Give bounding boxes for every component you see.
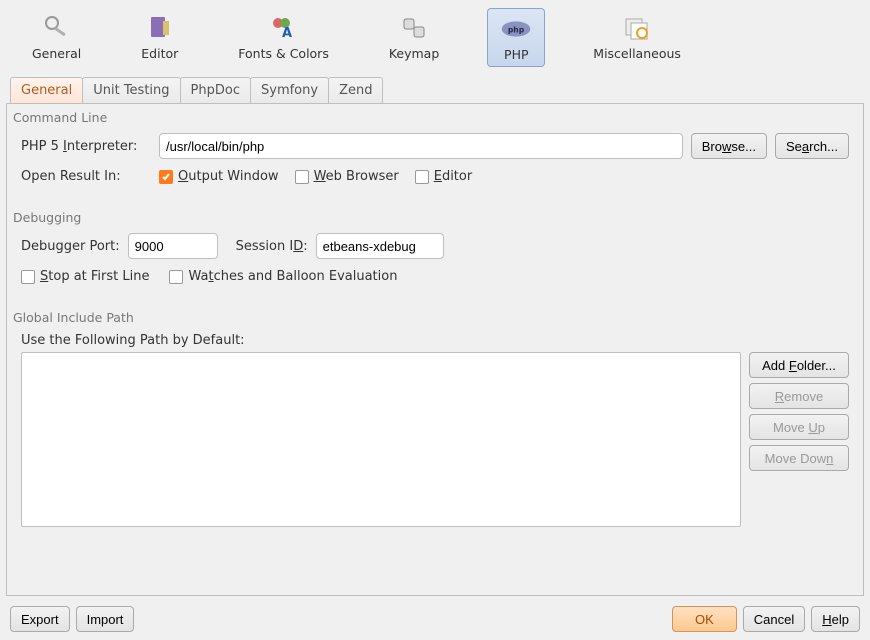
gear-wrench-icon: [41, 12, 73, 44]
toolbar-item-php[interactable]: php PHP: [487, 8, 545, 67]
toolbar-label: General: [32, 46, 81, 61]
browse-button[interactable]: Browse...: [691, 133, 767, 159]
php-icon: php: [500, 13, 532, 45]
toolbar-item-keymap[interactable]: Keymap: [377, 8, 451, 67]
group-include-title: Global Include Path: [7, 304, 863, 329]
toolbar-item-fonts[interactable]: A Fonts & Colors: [226, 8, 341, 67]
editor-icon: [144, 12, 176, 44]
add-folder-button[interactable]: Add Folder...: [749, 352, 849, 378]
search-button[interactable]: Search...: [775, 133, 849, 159]
tab-unit-testing[interactable]: Unit Testing: [82, 77, 180, 103]
output-window-checkbox[interactable]: Output Window: [159, 169, 279, 184]
move-up-button[interactable]: Move Up: [749, 414, 849, 440]
tab-symfony[interactable]: Symfony: [250, 77, 329, 103]
svg-text:A: A: [282, 26, 292, 41]
settings-panel: Command Line PHP 5 Interpreter: Browse..…: [6, 103, 864, 596]
toolbar-item-general[interactable]: General: [20, 8, 93, 67]
toolbar-label: Fonts & Colors: [238, 46, 329, 61]
toolbar-label: PHP: [504, 47, 528, 62]
debugger-port-label: Debugger Port:: [21, 239, 120, 254]
include-subtitle: Use the Following Path by Default:: [21, 333, 849, 348]
export-button[interactable]: Export: [10, 606, 70, 632]
ok-button[interactable]: OK: [672, 606, 737, 632]
toolbar-label: Editor: [141, 46, 178, 61]
interpreter-input[interactable]: [159, 133, 683, 159]
session-id-input[interactable]: [316, 233, 444, 259]
tab-general[interactable]: General: [10, 77, 83, 103]
watches-checkbox[interactable]: Watches and Balloon Evaluation: [169, 269, 397, 284]
stop-first-line-checkbox[interactable]: Stop at First Line: [21, 269, 149, 284]
main-toolbar: General Editor A Fonts & Colors Keymap p…: [0, 0, 870, 71]
move-down-button[interactable]: Move Down: [749, 445, 849, 471]
group-debugging-title: Debugging: [7, 204, 863, 229]
debugger-port-input[interactable]: [128, 233, 218, 259]
tab-zend[interactable]: Zend: [328, 77, 383, 103]
include-path-list[interactable]: [21, 352, 741, 527]
toolbar-label: Keymap: [389, 46, 439, 61]
misc-icon: [621, 12, 653, 44]
toolbar-item-misc[interactable]: Miscellaneous: [581, 8, 693, 67]
interpreter-label: PHP 5 Interpreter:: [21, 139, 151, 154]
cancel-button[interactable]: Cancel: [743, 606, 805, 632]
toolbar-label: Miscellaneous: [593, 46, 681, 61]
session-id-label: Session ID:: [236, 239, 308, 254]
help-button[interactable]: Help: [811, 606, 860, 632]
editor-checkbox[interactable]: Editor: [415, 169, 472, 184]
group-command-line-title: Command Line: [7, 104, 863, 129]
toolbar-item-editor[interactable]: Editor: [129, 8, 190, 67]
svg-text:php: php: [508, 25, 525, 34]
open-result-label: Open Result In:: [21, 169, 151, 184]
bottom-bar: Export Import OK Cancel Help: [0, 602, 870, 640]
tab-phpdoc[interactable]: PhpDoc: [180, 77, 251, 103]
keymap-icon: [398, 12, 430, 44]
web-browser-checkbox[interactable]: Web Browser: [295, 169, 399, 184]
remove-button[interactable]: Remove: [749, 383, 849, 409]
import-button[interactable]: Import: [76, 606, 135, 632]
fonts-colors-icon: A: [268, 12, 300, 44]
sub-tabs: General Unit Testing PhpDoc Symfony Zend: [0, 71, 870, 103]
